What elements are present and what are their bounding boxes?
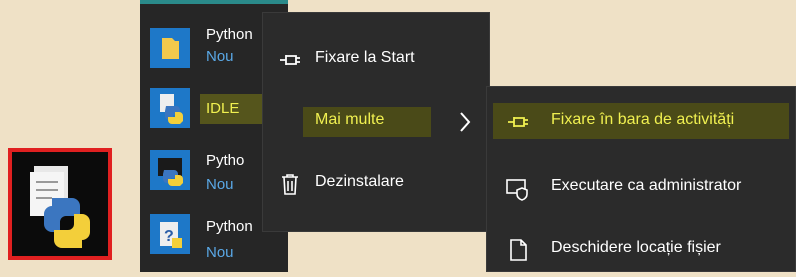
shield-run-icon (506, 179, 528, 201)
folder-icon (150, 28, 190, 68)
menu-item-run-as-admin[interactable]: Executare ca administrator (487, 159, 795, 215)
menu-item-label: Dezinstalare (315, 173, 404, 190)
new-badge: Nou (206, 176, 234, 193)
pin-icon (508, 117, 528, 127)
menu-item-label: Deschidere locație fișier (551, 239, 721, 256)
menu-item-uninstall[interactable]: Dezinstalare (263, 155, 489, 213)
new-badge: Nou (206, 48, 234, 65)
menu-item-pin-to-start[interactable]: Fixare la Start (263, 31, 489, 89)
trash-icon (282, 174, 298, 195)
menu-item-label: Fixare în bara de activități (551, 111, 735, 128)
taskbar-python-idle-icon[interactable] (8, 148, 112, 260)
chevron-right-icon (460, 112, 471, 132)
menu-item-more[interactable]: Mai multe (263, 93, 489, 151)
new-badge: Nou (206, 244, 234, 261)
python-idle-icon (30, 166, 90, 248)
menu-item-open-file-location[interactable]: Deschidere locație fișier (487, 221, 795, 277)
python-idle-icon (150, 88, 190, 128)
menu-item-label: Fixare la Start (315, 49, 415, 66)
file-icon (510, 239, 527, 261)
python-docs-icon: ? (150, 214, 190, 254)
pin-icon (280, 55, 300, 65)
python-app-icon (150, 150, 190, 190)
menu-item-label: Mai multe (315, 111, 385, 128)
context-menu: Fixare la Start Mai multe Dezinstalare (262, 12, 490, 232)
menu-item-label: Executare ca administrator (551, 177, 742, 194)
menu-item-pin-to-taskbar[interactable]: Fixare în bara de activități (487, 93, 795, 149)
more-submenu: Fixare în bara de activități Executare c… (486, 86, 796, 272)
list-top-accent (140, 0, 288, 4)
